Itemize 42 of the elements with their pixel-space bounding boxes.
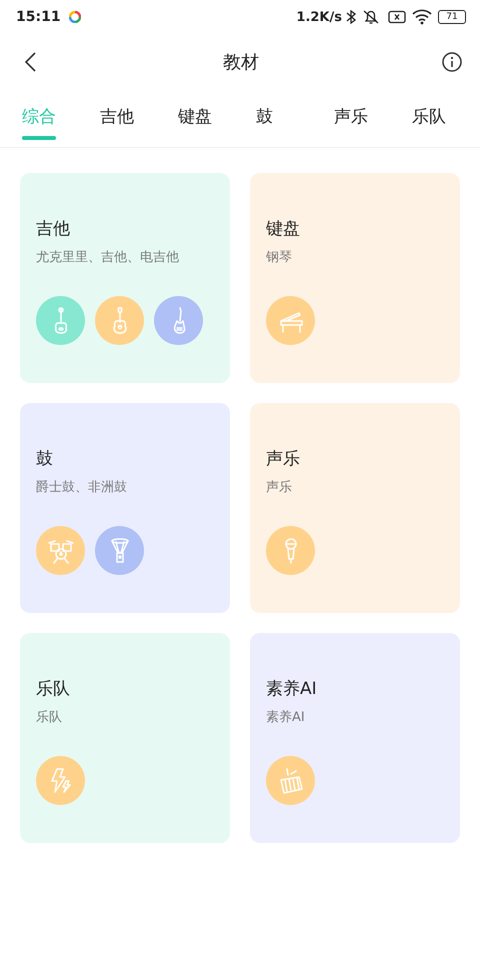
info-button[interactable] xyxy=(440,50,464,74)
clock: 15:11 xyxy=(16,9,61,25)
category-card[interactable]: 鼓 爵士鼓、非洲鼓 xyxy=(20,403,230,613)
card-subtitle: 钢琴 xyxy=(266,249,293,266)
card-subtitle: 乐队 xyxy=(36,709,63,726)
sim-icon xyxy=(388,10,406,24)
lightning-icon[interactable] xyxy=(36,756,85,805)
app-icon xyxy=(68,11,81,23)
page-title: 教材 xyxy=(222,51,260,74)
card-subtitle: 素养AI xyxy=(266,709,306,726)
card-title: 声乐 xyxy=(266,448,301,470)
djembe-icon[interactable] xyxy=(95,526,144,575)
card-title: 键盘 xyxy=(266,218,301,240)
category-card[interactable]: 乐队 乐队 xyxy=(20,633,230,843)
drumkit-icon[interactable] xyxy=(36,526,85,575)
bass-icon[interactable] xyxy=(154,296,203,345)
piano-icon[interactable] xyxy=(266,296,315,345)
category-tab[interactable]: 声乐 xyxy=(334,90,412,147)
guitar-icon[interactable] xyxy=(95,296,144,345)
card-subtitle: 尤克里里、吉他、电吉他 xyxy=(36,249,180,266)
category-tab[interactable]: 键盘 xyxy=(178,90,256,147)
category-card[interactable]: 键盘 钢琴 xyxy=(250,173,460,383)
card-title: 乐队 xyxy=(36,678,71,700)
card-title: 鼓 xyxy=(36,448,54,470)
bell-off-icon xyxy=(362,9,380,25)
category-tab[interactable]: 乐队 xyxy=(412,90,480,147)
card-subtitle: 声乐 xyxy=(266,479,293,496)
bluetooth-icon xyxy=(346,9,356,25)
category-tab[interactable]: 鼓 xyxy=(256,90,334,147)
battery-indicator: 71 xyxy=(438,10,466,24)
xylophone-icon[interactable] xyxy=(266,756,315,805)
category-card[interactable]: 声乐 声乐 xyxy=(250,403,460,613)
network-speed: 1.2K/s xyxy=(296,10,342,24)
card-title: 素养AI xyxy=(266,678,318,700)
card-subtitle: 爵士鼓、非洲鼓 xyxy=(36,479,128,496)
card-title: 吉他 xyxy=(36,218,71,240)
category-card[interactable]: 素养AI 素养AI xyxy=(250,633,460,843)
category-tab[interactable]: 吉他 xyxy=(100,90,178,147)
category-card[interactable]: 吉他 尤克里里、吉他、电吉他 xyxy=(20,173,230,383)
wifi-icon xyxy=(412,9,432,25)
ukulele-icon[interactable] xyxy=(36,296,85,345)
microphone-icon[interactable] xyxy=(266,526,315,575)
